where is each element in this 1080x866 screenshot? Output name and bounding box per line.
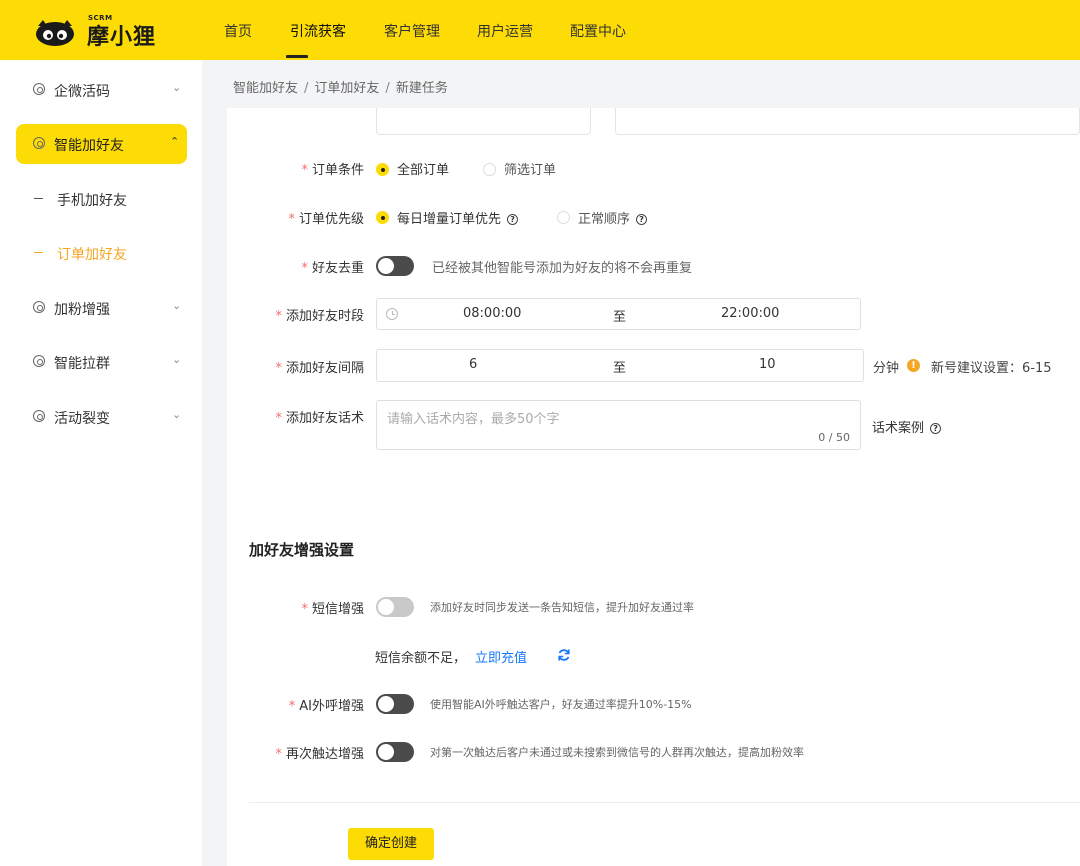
confirm-create-button[interactable]: 确定创建 [348,828,434,860]
top-bar: SCRM 摩小狸 首页 引流获客 客户管理 用户运营 配置中心 [0,0,1080,60]
script-placeholder: 请输入话术内容，最多50个字 [387,412,560,427]
radio-filter-orders[interactable] [483,163,496,176]
recharge-link[interactable]: 立即充值 [475,647,527,666]
breadcrumb-current: 新建任务 [395,81,448,96]
sidebar-item-smart-add-friend[interactable]: 智能加好友 ⌃ [16,124,187,164]
mascot-logo-icon [36,20,74,46]
breadcrumb-item[interactable]: 订单加好友 [314,81,379,96]
logo[interactable]: SCRM 摩小狸 [34,14,184,50]
nav-item-home[interactable]: 首页 [224,21,252,41]
breadcrumb: 智能加好友 / 订单加好友 / 新建任务 [233,77,448,96]
nav-item-customers[interactable]: 客户管理 [384,21,440,41]
chevron-up-icon: ⌃ [170,135,180,148]
interval-suggestion: 新号建议设置：6-15 [931,361,1052,376]
help-icon: ? [507,214,519,225]
dedupe-label: * 好友去重 [301,261,364,276]
script-textarea[interactable]: 请输入话术内容，最多50个字 0 / 50 [376,400,861,450]
order-condition-label: * 订单条件 [301,163,364,178]
breadcrumb-item[interactable]: 智能加好友 [233,81,298,96]
sidebar-item-label: 智能加好友 [54,138,124,154]
add-friend-icon [33,137,45,149]
time-range-label: * 添加好友时段 [275,309,364,324]
radio-daily-incremental[interactable] [376,211,389,224]
interval-label: * 添加好友间隔 [275,361,364,376]
nav-active-indicator [286,55,308,58]
dedupe-hint: 已经被其他智能号添加为好友的将不会再重复 [432,261,693,276]
sidebar-item-order-add-friend[interactable]: 订单加好友 [0,233,202,273]
order-priority-label: * 订单优先级 [288,212,364,227]
radio-all-orders-label[interactable]: 全部订单 [397,159,449,178]
interval-unit: 分钟 [873,361,900,376]
chevron-down-icon: ⌄ [172,299,182,312]
ai-call-label: * AI外呼增强 [288,699,364,714]
nav-item-traffic[interactable]: 引流获客 [290,21,346,41]
radio-normal-order-label[interactable]: 正常顺序? [578,208,648,227]
divider [249,802,1080,803]
sidebar-item-fission[interactable]: 活动裂变 ⌄ [0,397,202,437]
sms-label: * 短信增强 [301,602,364,617]
dash-icon [34,198,43,199]
sidebar-item-smart-group[interactable]: 智能拉群 ⌄ [0,342,202,382]
cut-off-field[interactable] [376,108,591,135]
refresh-icon[interactable] [557,648,571,662]
cut-off-field[interactable] [615,108,1080,135]
script-char-count: 0 / 50 [818,431,850,444]
time-separator: 至 [613,310,627,325]
dash-icon [34,252,43,253]
warning-icon: ! [907,359,920,372]
time-range-picker[interactable]: 08:00:00 至 22:00:00 [376,298,861,330]
chevron-down-icon: ⌄ [172,353,182,366]
boost-icon [33,301,45,313]
brand-name: 摩小狸 [87,25,157,50]
script-example-link[interactable]: 话术案例? [872,417,942,436]
sidebar-item-boost[interactable]: 加粉增强 ⌄ [0,288,202,328]
retouch-hint: 对第一次触达后客户未通过或未搜索到微信号的人群再次触达，提高加粉效率 [430,746,804,759]
group-icon [33,355,45,367]
ai-call-hint: 使用智能AI外呼触达客户，好友通过率提升10%-15% [430,698,692,711]
chevron-down-icon: ⌄ [172,81,182,94]
sms-hint: 添加好友时同步发送一条告知短信，提升加好友通过率 [430,601,694,614]
script-label: * 添加好友话术 [275,411,364,426]
breadcrumb-separator: / [385,81,390,96]
time-end[interactable]: 22:00:00 [721,306,779,321]
dedupe-switch[interactable] [376,256,414,276]
sidebar-item-label: 企微活码 [54,84,110,100]
help-icon: ? [930,423,942,434]
interval-separator: 至 [613,361,627,376]
chevron-down-icon: ⌄ [172,408,182,421]
radio-all-orders[interactable] [376,163,389,176]
clock-icon [386,308,398,320]
breadcrumb-separator: / [304,81,309,96]
sidebar-item-label: 订单加好友 [57,247,127,263]
interval-min[interactable]: 6 [469,357,477,372]
nav-item-user-ops[interactable]: 用户运营 [477,21,533,41]
sms-switch[interactable] [376,597,414,617]
section-title: 加好友增强设置 [249,541,355,559]
fission-icon [33,410,45,422]
sms-balance-text: 短信余额不足， [375,651,467,666]
radio-filter-orders-label[interactable]: 筛选订单 [504,159,556,178]
time-start[interactable]: 08:00:00 [463,306,521,321]
form-card: * 订单条件 全部订单 筛选订单 * 订单优先级 每日增量订单优先? 正常顺序? *… [227,108,1080,866]
help-icon: ? [636,214,648,225]
retouch-switch[interactable] [376,742,414,762]
sidebar-item-label: 手机加好友 [57,193,127,209]
qrcode-icon [33,83,45,95]
sidebar: 企微活码 ⌄ 智能加好友 ⌃ 手机加好友 订单加好友 加粉增强 ⌄ 智能拉群 ⌄… [0,60,202,866]
sidebar-item-qrcode[interactable]: 企微活码 ⌄ [0,70,202,110]
ai-call-switch[interactable] [376,694,414,714]
interval-range-input[interactable]: 6 至 10 [376,349,864,382]
radio-daily-incremental-label[interactable]: 每日增量订单优先? [397,208,519,227]
sidebar-item-label: 智能拉群 [54,356,110,372]
sidebar-item-label: 活动裂变 [54,411,110,427]
radio-normal-order[interactable] [557,211,570,224]
sidebar-item-label: 加粉增强 [54,302,110,318]
interval-max[interactable]: 10 [759,357,776,372]
retouch-label: * 再次触达增强 [275,747,364,762]
nav-item-config[interactable]: 配置中心 [570,21,626,41]
sidebar-item-phone-add-friend[interactable]: 手机加好友 [0,179,202,219]
